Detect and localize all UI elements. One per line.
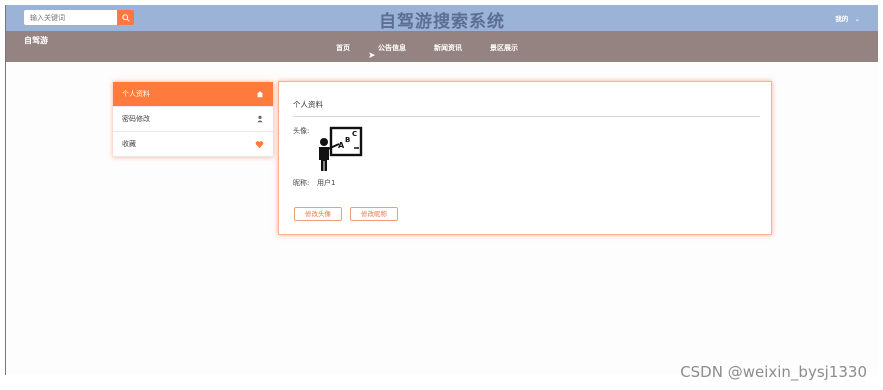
top-bar: 自驾游搜索系统 我的 ⌄ [6,5,878,32]
page: 自驾游搜索系统 我的 ⌄ 自驾游 首页 公告信息 新闻资讯 景区展示 ➤ 个人资… [5,5,878,375]
heart-icon [255,140,264,148]
nav-item-scenic-spots[interactable]: 景区展示 [490,43,518,53]
nickname-label: 昵称: [293,179,310,187]
sidebar-item-password[interactable]: 密码修改 [113,107,273,132]
sidebar-item-label: 收藏 [122,140,136,148]
nav-item-announcements[interactable]: 公告信息 [378,43,406,53]
svg-text:C: C [352,130,357,138]
svg-text:A: A [338,141,345,150]
nav-item-news[interactable]: 新闻资讯 [434,43,462,53]
chevron-down-icon: ⌄ [854,15,860,23]
change-nickname-button[interactable]: 修改昵称 [350,207,398,221]
user-menu-label: 我的 [835,15,849,23]
person-icon [257,115,263,123]
change-avatar-button[interactable]: 修改头像 [294,207,342,221]
site-title: 自驾游搜索系统 [379,12,505,32]
mouse-cursor-icon: ➤ [368,51,376,61]
svg-text:B: B [345,136,350,144]
nav-item-home[interactable]: 首页 [336,43,350,53]
brand-logo: 自驾游 [24,36,48,45]
divider [293,116,760,117]
avatar: A B C [317,126,363,172]
user-menu[interactable]: 我的 ⌄ [835,13,860,23]
sidebar-item-label: 个人资料 [122,90,150,98]
sidebar-item-profile[interactable]: 个人资料 [113,82,273,107]
sidebar-item-favorites[interactable]: 收藏 [113,132,273,157]
teacher-board-icon: A B C [319,126,363,171]
profile-title: 个人资料 [293,100,323,109]
nav-bar: 自驾游 首页 公告信息 新闻资讯 景区展示 ➤ [6,31,878,62]
watermark: CSDN @weixin_bysj1330 [680,363,867,381]
nickname-value: 用户1 [317,179,336,187]
sidebar: 个人资料 密码修改 收藏 [113,82,273,157]
house-icon [256,91,264,98]
profile-panel: 个人资料 头像: A B C 昵称: 用户1 修改头像 修改昵称 [278,81,772,235]
sidebar-item-label: 密码修改 [122,115,150,123]
avatar-label: 头像: [293,127,310,135]
